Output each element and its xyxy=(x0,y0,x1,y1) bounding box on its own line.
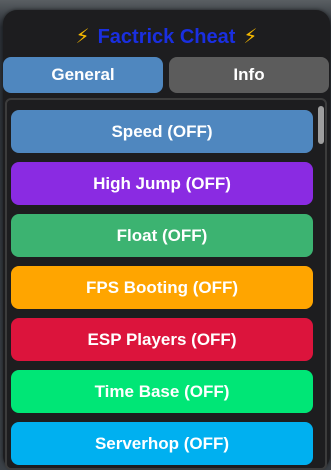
fps-booting-toggle-label: FPS Booting (OFF) xyxy=(85,277,239,297)
high-jump-toggle-label: High Jump (OFF) xyxy=(93,173,231,193)
speed-toggle-label: Speed (OFF) xyxy=(111,121,213,141)
menu-title-text: Factrick Cheat xyxy=(97,25,236,48)
float-toggle-button[interactable]: Float (OFF) xyxy=(11,214,313,257)
serverhop-toggle-label: Serverhop (OFF) xyxy=(94,433,230,453)
fps-booting-toggle-button[interactable]: FPS Booting (OFF) xyxy=(11,266,313,309)
tab-general[interactable]: General xyxy=(3,57,163,93)
cheat-menu-panel: ⚡ Factrick Cheat ⚡ General Info Speed (O… xyxy=(3,10,330,470)
serverhop-toggle-button[interactable]: Serverhop (OFF) xyxy=(11,422,313,465)
float-toggle-label: Float (OFF) xyxy=(116,225,208,245)
tab-info[interactable]: Info xyxy=(169,57,329,93)
lightning-icon: ⚡ xyxy=(243,26,258,48)
high-jump-toggle-button[interactable]: High Jump (OFF) xyxy=(11,162,313,205)
lightning-icon: ⚡ xyxy=(75,26,90,48)
tab-info-label: Info xyxy=(233,65,265,84)
toggle-list[interactable]: Speed (OFF) High Jump (OFF) Float (OFF) … xyxy=(5,98,327,470)
menu-title: ⚡ Factrick Cheat ⚡ xyxy=(3,22,330,52)
esp-players-toggle-button[interactable]: ESP Players (OFF) xyxy=(11,318,313,361)
time-base-toggle-button[interactable]: Time Base (OFF) xyxy=(11,370,313,413)
speed-toggle-button[interactable]: Speed (OFF) xyxy=(11,110,313,153)
scrollbar-thumb[interactable] xyxy=(318,106,324,144)
tab-general-label: General xyxy=(51,65,115,84)
esp-players-toggle-label: ESP Players (OFF) xyxy=(87,329,237,349)
time-base-toggle-label: Time Base (OFF) xyxy=(94,381,230,401)
